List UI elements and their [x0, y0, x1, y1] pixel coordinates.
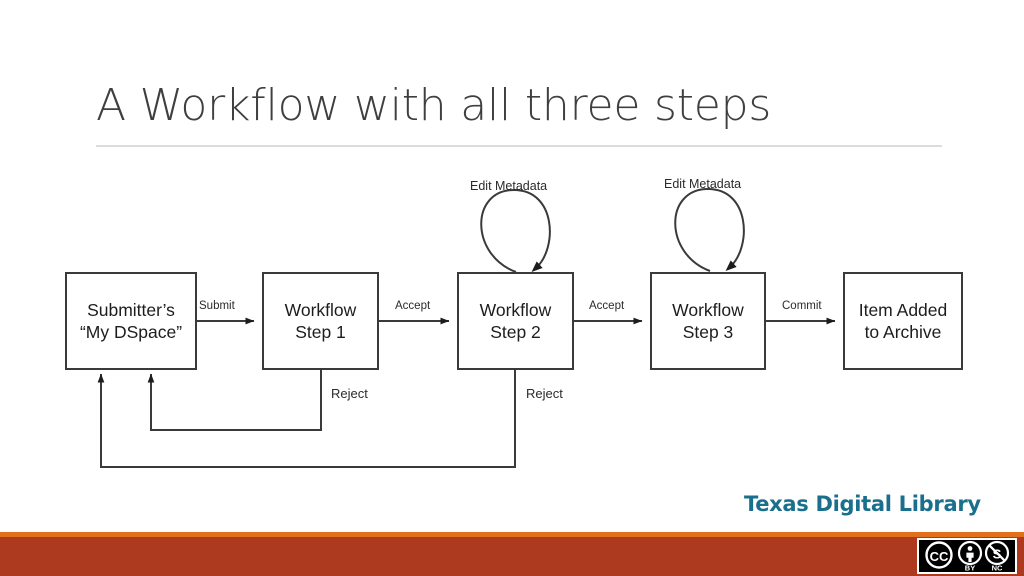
diagram-connectors	[97, 187, 836, 468]
cc-license-icons: CC BY S NC	[925, 540, 1010, 573]
node-step3[interactable]: Workflow Step 3	[650, 272, 766, 370]
edge-label-commit: Commit	[782, 300, 822, 312]
nc-label: NC	[992, 564, 1003, 573]
node-step2[interactable]: Workflow Step 2	[457, 272, 574, 370]
edge-label-accept2: Accept	[589, 300, 625, 312]
node-step1[interactable]: Workflow Step 1	[262, 272, 379, 370]
edge-label-accept1: Accept	[395, 300, 431, 312]
node-step1-line1: Workflow	[284, 300, 357, 320]
edge-label-reject1: Reject	[331, 386, 368, 401]
edge-label-submit: Submit	[199, 300, 235, 312]
node-submitter-line1: Submitter’s	[87, 300, 175, 320]
node-archive-line1: Item Added	[858, 300, 948, 320]
footer-bar	[0, 537, 1024, 576]
node-step2-line2: Step 2	[490, 322, 541, 342]
cc-label: CC	[930, 549, 949, 564]
node-submitter[interactable]: Submitter’s “My DSpace”	[65, 272, 197, 370]
node-archive-line2: to Archive	[864, 322, 942, 342]
edge-reject1-path	[147, 370, 322, 431]
node-step1-line2: Step 1	[295, 322, 346, 342]
texas-digital-library-logo: Texas Digital Library	[736, 484, 981, 524]
loop-label-step2: Edit Metadata	[470, 179, 548, 193]
by-label: BY	[965, 564, 975, 573]
loop-step2-path	[480, 188, 551, 273]
node-archive[interactable]: Item Added to Archive	[843, 272, 963, 370]
node-step2-line1: Workflow	[479, 300, 552, 320]
loop-label-step3: Edit Metadata	[664, 177, 742, 191]
node-step3-line2: Step 3	[682, 322, 734, 342]
loop-step3-path	[674, 187, 745, 272]
slide-canvas: A Workflow with all three steps Submitte…	[0, 0, 1024, 576]
node-submitter-line2: “My DSpace”	[79, 322, 183, 342]
workflow-diagram: Submitter’s “My DSpace” Workflow Step 1 …	[0, 0, 1024, 520]
edge-reject2-path	[97, 370, 516, 468]
edge-label-reject2: Reject	[526, 386, 563, 401]
tdl-wordmark: Texas Digital Library	[744, 492, 981, 516]
cc-by-nc-badge[interactable]: CC BY S NC	[917, 538, 1017, 574]
node-step3-line1: Workflow	[672, 300, 744, 320]
